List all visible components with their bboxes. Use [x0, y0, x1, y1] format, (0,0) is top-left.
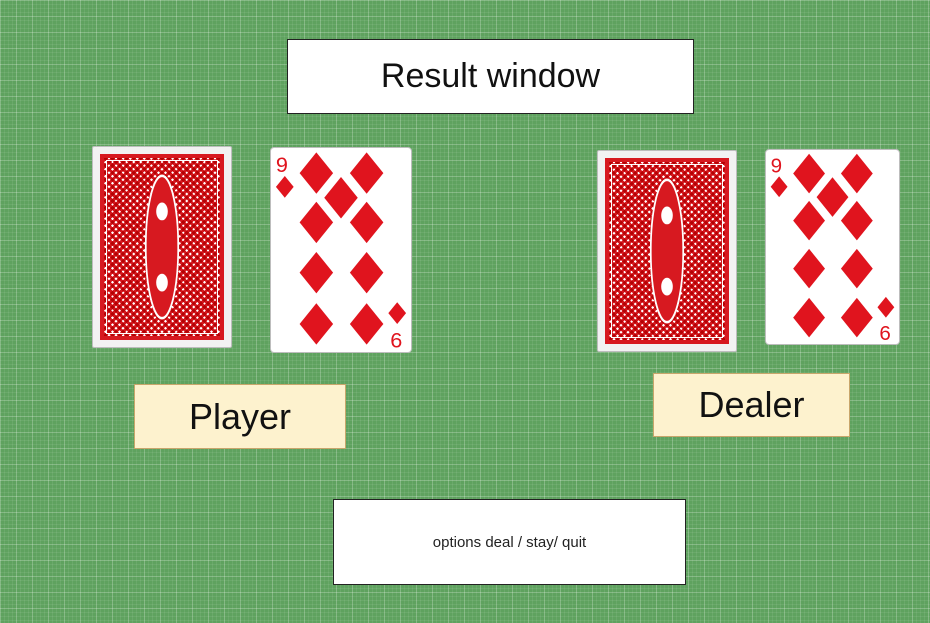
card-back-pattern-icon [649, 178, 685, 324]
player-label: Player [134, 384, 346, 449]
dealer-card-nine-of-diamonds[interactable]: 9 6 [765, 149, 900, 345]
options-panel[interactable]: options deal / stay/ quit [333, 499, 686, 585]
card-rank-top: 9 [276, 152, 288, 177]
card-rank-bottom: 6 [879, 322, 890, 344]
diamond-suit-icon: 9 6 [275, 152, 407, 352]
dealer-label: Dealer [653, 373, 850, 437]
diamond-suit-icon: 9 6 [770, 153, 895, 344]
player-card-nine-of-diamonds[interactable]: 9 6 [270, 147, 412, 353]
card-rank-top: 9 [771, 155, 782, 178]
player-card-back[interactable] [92, 146, 232, 348]
card-rank-bottom: 6 [390, 328, 402, 352]
dealer-card-back[interactable] [597, 150, 737, 352]
result-window: Result window [287, 39, 694, 114]
card-back-pattern-icon [144, 174, 180, 320]
